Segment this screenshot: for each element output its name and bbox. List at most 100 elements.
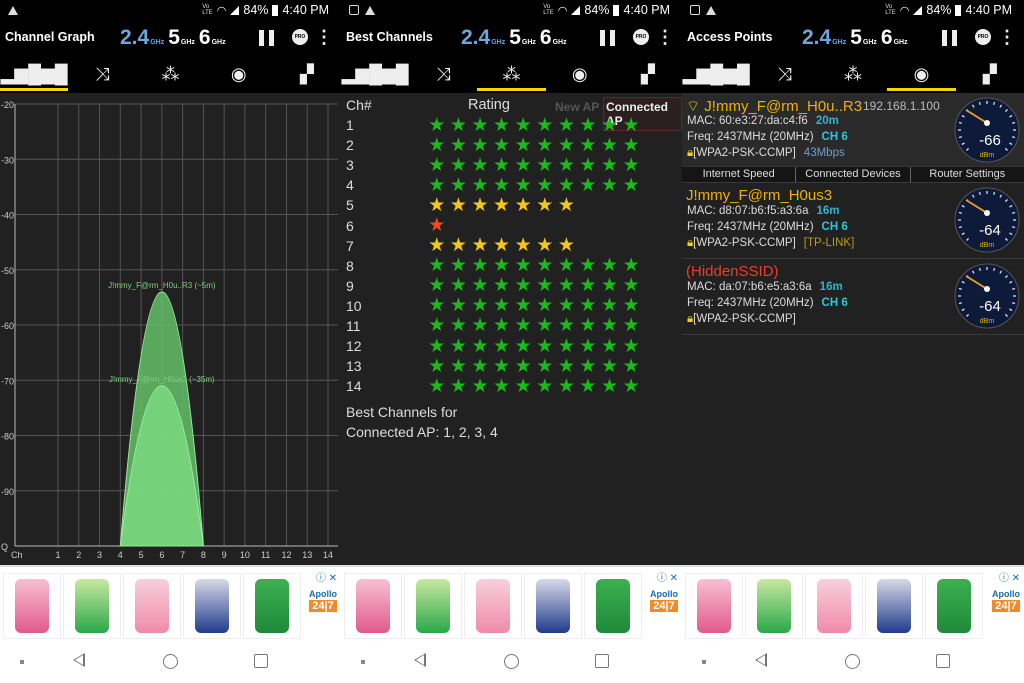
home-button[interactable] xyxy=(504,654,519,669)
band-2-4ghz-button[interactable]: 2.4GHz xyxy=(461,26,505,50)
tab-ap-list[interactable]: ◉ xyxy=(205,56,273,93)
overflow-menu-button[interactable]: ⋮ xyxy=(656,28,674,46)
ad-banner[interactable]: Apollo 24|7 ⓘ ✕ xyxy=(0,565,341,641)
band-2-4ghz-button[interactable]: 2.4GHz xyxy=(802,26,846,50)
router-settings-button[interactable]: Router Settings xyxy=(911,167,1024,182)
star-rating: ★ ★ ★ ★ ★ ★ ★ ★ ★ ★ xyxy=(426,337,642,356)
ad-product-dettol-refill[interactable] xyxy=(805,573,863,639)
pause-button[interactable] xyxy=(942,30,957,46)
ad-product-savlon-refill[interactable] xyxy=(925,573,983,639)
ad-product-surgical-gloves[interactable] xyxy=(524,573,582,639)
band-5ghz-button[interactable]: 5GHz xyxy=(509,26,536,50)
ad-product-dettol-refill[interactable] xyxy=(123,573,181,639)
access-point-item[interactable]: J!mmy_F@rm_H0us3 MAC: d8:07:b6:f5:a3:6a 16… xyxy=(682,183,1024,259)
connected-devices-button[interactable]: Connected Devices xyxy=(796,167,911,182)
image-notification-icon xyxy=(690,5,700,15)
ad-product-savlon-refill[interactable] xyxy=(243,573,301,639)
ad-product-dettol-handwash[interactable] xyxy=(745,573,803,639)
tab-channel-rating[interactable]: ⁂ xyxy=(477,56,546,93)
star-icon: ★ xyxy=(449,355,467,377)
ad-product-surgical-gloves[interactable] xyxy=(183,573,241,639)
home-button[interactable] xyxy=(845,654,860,669)
ad-product-surgical-gloves[interactable] xyxy=(865,573,923,639)
back-button[interactable] xyxy=(73,653,85,667)
ad-banner[interactable]: Apollo 24|7 ⓘ ✕ xyxy=(682,565,1024,641)
product-image xyxy=(937,579,971,633)
volte-icon: Vo LTE xyxy=(202,4,213,16)
ad-product-dettol-handwash[interactable] xyxy=(404,573,462,639)
tab-channel-graph[interactable]: ▂▆█▆█ xyxy=(341,56,409,93)
ap-actions-bar: Internet Speed Connected Devices Router Se… xyxy=(682,166,1024,182)
internet-speed-button[interactable]: Internet Speed xyxy=(682,167,797,182)
ap-signal-curve[interactable] xyxy=(119,385,204,547)
band-6ghz-button[interactable]: 6GHz xyxy=(199,26,226,50)
access-point-item[interactable]: (HiddenSSID) MAC: da:07:b6:e5:a3:6a 16m Fre… xyxy=(682,259,1024,335)
band-5ghz-button[interactable]: 5GHz xyxy=(850,26,877,50)
recents-button[interactable] xyxy=(254,654,268,668)
star-icon: ★ xyxy=(557,255,575,277)
pro-button[interactable]: PRO xyxy=(975,29,991,45)
tab-dashboard[interactable]: ▞ xyxy=(273,56,341,93)
tab-channel-graph[interactable]: ▂▆█▆█ xyxy=(0,56,69,93)
product-image xyxy=(255,579,289,633)
band-5ghz-button[interactable]: 5GHz xyxy=(168,26,195,50)
security: [WPA2-PSK-CCMP] xyxy=(693,313,796,325)
battery-icon xyxy=(955,4,962,16)
new-ap-toggle[interactable]: New AP xyxy=(553,97,601,117)
tab-ap-list[interactable]: ◉ xyxy=(887,56,957,93)
access-point-item[interactable]: ⌔ J!mmy_F@rm_H0u..R3 192.168.1.100 MAC: 60… xyxy=(682,93,1024,183)
band-selector: 2.4GHz 5GHz 6GHz xyxy=(120,26,230,50)
ad-banner[interactable]: Apollo 24|7 ⓘ ✕ xyxy=(341,565,682,641)
recents-button[interactable] xyxy=(936,654,950,668)
star-rating: ★ ★ ★ ★ ★ ★ ★ ★ ★ ★ xyxy=(426,357,642,376)
pause-button[interactable] xyxy=(600,30,615,46)
overflow-menu-button[interactable]: ⋮ xyxy=(998,28,1016,46)
home-button[interactable] xyxy=(163,654,178,669)
ssid: (HiddenSSID) xyxy=(686,263,779,280)
ad-product-savlon-refill[interactable] xyxy=(584,573,642,639)
band-6ghz-button[interactable]: 6GHz xyxy=(881,26,908,50)
ad-product-dettol-handwash[interactable] xyxy=(63,573,121,639)
pro-button[interactable]: PRO xyxy=(292,29,308,45)
channel-rating-row: 8 ★ ★ ★ ★ ★ ★ ★ ★ ★ ★ xyxy=(346,256,682,276)
star-icon: ★ xyxy=(514,295,532,317)
pro-button[interactable]: PRO xyxy=(633,29,649,45)
status-bar: Vo LTE ◠ 84% 4:40 PM xyxy=(341,0,682,20)
tab-channel-rating[interactable]: ⁂ xyxy=(819,56,887,93)
ad-product-pink-handwash[interactable] xyxy=(344,573,402,639)
tab-time-graph[interactable]: ⤨ xyxy=(68,56,136,93)
ap-curve-label: J!mmy_F@rm_H0us3 (~35m) xyxy=(109,375,215,384)
distance: 20m xyxy=(815,115,839,127)
back-button[interactable] xyxy=(755,653,767,667)
overflow-menu-button[interactable]: ⋮ xyxy=(315,28,333,46)
ad-product-pink-handwash[interactable] xyxy=(3,573,61,639)
star-icon: ★ xyxy=(471,174,489,196)
tab-dashboard[interactable]: ▞ xyxy=(956,56,1024,93)
star-icon: ★ xyxy=(579,154,597,176)
ad-close-icon[interactable]: ⓘ ✕ xyxy=(657,569,678,584)
tab-ap-list[interactable]: ◉ xyxy=(546,56,614,93)
tab-time-graph[interactable]: ⤨ xyxy=(409,56,477,93)
ad-product-pink-handwash[interactable] xyxy=(685,573,743,639)
link-speed: 43Mbps xyxy=(803,147,845,159)
ad-close-icon[interactable]: ⓘ ✕ xyxy=(999,569,1020,584)
star-icon: ★ xyxy=(579,255,597,277)
pause-button[interactable] xyxy=(259,30,274,46)
tab-dashboard[interactable]: ▞ xyxy=(614,56,682,93)
star-rating: ★ ★ ★ ★ ★ ★ ★ ★ ★ ★ xyxy=(426,176,642,195)
tab-time-graph[interactable]: ⤨ xyxy=(750,56,818,93)
x-tick-label: 2 xyxy=(76,550,81,560)
back-button[interactable] xyxy=(414,653,426,667)
tab-channel-rating[interactable]: ⁂ xyxy=(136,56,204,93)
band-2-4ghz-button[interactable]: 2.4GHz xyxy=(120,26,164,50)
signal-unit: dBm xyxy=(980,152,995,159)
recents-button[interactable] xyxy=(595,654,609,668)
tab-channel-graph[interactable]: ▂▆█▆█ xyxy=(682,56,750,93)
product-image xyxy=(75,579,109,633)
ad-close-icon[interactable]: ⓘ ✕ xyxy=(316,569,337,584)
ad-product-dettol-refill[interactable] xyxy=(464,573,522,639)
x-tick-label: 4 xyxy=(118,550,123,560)
star-icon: ★ xyxy=(536,295,554,317)
star-icon: ★ xyxy=(536,235,554,257)
band-6ghz-button[interactable]: 6GHz xyxy=(540,26,567,50)
